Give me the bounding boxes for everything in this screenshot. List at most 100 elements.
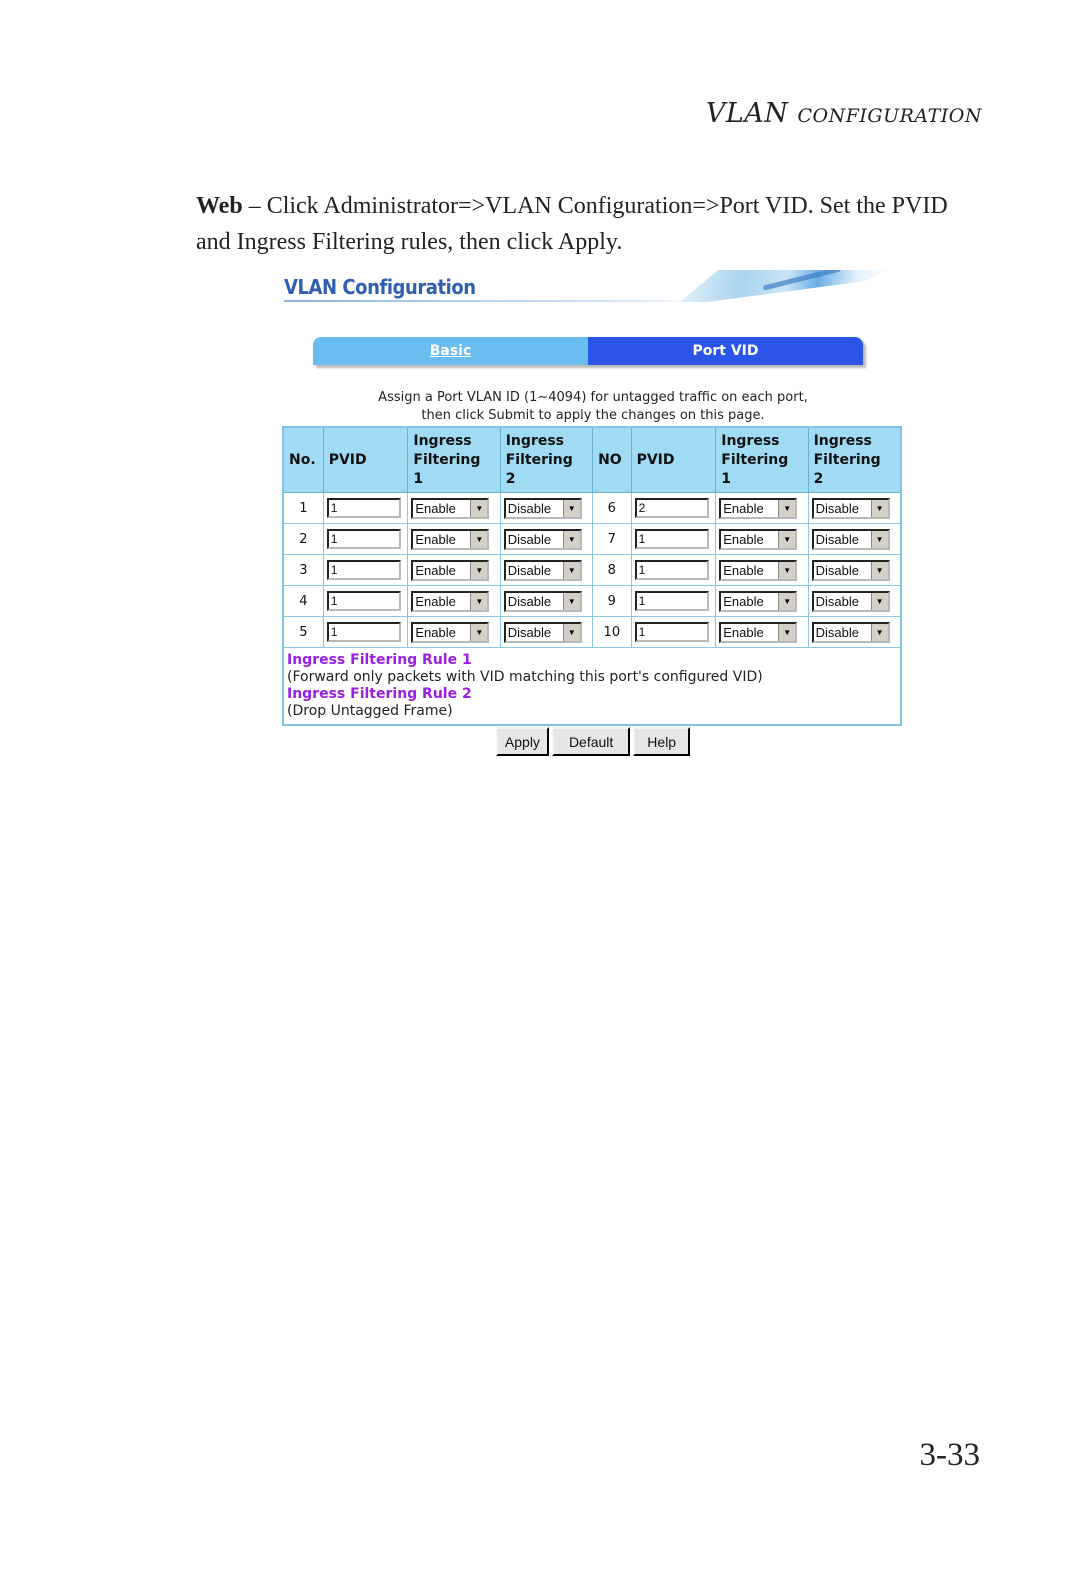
- ingress-filtering-1-cell: Enable ▼: [715, 585, 809, 617]
- triangle-down-icon[interactable]: ▼: [870, 499, 888, 517]
- pvid-input[interactable]: [634, 560, 709, 580]
- pvid-input[interactable]: [326, 498, 401, 518]
- banner-underline: [284, 300, 704, 302]
- ingress-filtering-2-cell: Disable ▼: [807, 585, 902, 617]
- select-value: Disable: [507, 624, 552, 640]
- apply-button[interactable]: Apply: [495, 727, 549, 756]
- triangle-down-icon[interactable]: ▼: [470, 592, 488, 610]
- triangle-down-icon[interactable]: ▼: [870, 623, 888, 641]
- pvid-cell: [630, 585, 717, 617]
- pvid-cell: [322, 616, 409, 648]
- assign-instructions: Assign a Port VLAN ID (1~4094) for untag…: [282, 389, 904, 425]
- select-value: Disable: [507, 562, 552, 578]
- header-no-right: NO: [592, 426, 632, 493]
- ingress-filtering-2-cell: Disable ▼: [499, 616, 594, 648]
- triangle-down-icon[interactable]: ▼: [562, 499, 580, 517]
- ingress-filtering-1-select[interactable]: Enable ▼: [719, 528, 798, 550]
- port-number: 5: [282, 616, 324, 648]
- triangle-down-icon[interactable]: ▼: [562, 592, 580, 610]
- ingress-filtering-2-select[interactable]: Disable ▼: [503, 497, 582, 519]
- header-pvid: PVID: [322, 426, 409, 493]
- ingress-filtering-2-cell: Disable ▼: [807, 616, 902, 648]
- pvid-input[interactable]: [326, 622, 401, 642]
- assign-line-2: then click Submit to apply the changes o…: [421, 408, 765, 423]
- pvid-input[interactable]: [326, 529, 401, 549]
- triangle-down-icon[interactable]: ▼: [870, 561, 888, 579]
- running-head-rest: Configuration: [797, 105, 982, 127]
- ingress-filtering-1-select[interactable]: Enable ▼: [411, 528, 490, 550]
- triangle-down-icon[interactable]: ▼: [778, 561, 796, 579]
- instructions-paragraph: Web – Click Administrator=>VLAN Configur…: [196, 188, 966, 260]
- ingress-filtering-2-select[interactable]: Disable ▼: [503, 528, 582, 550]
- ingress-filtering-1-cell: Enable ▼: [715, 523, 809, 555]
- ingress-filtering-1-select[interactable]: Enable ▼: [411, 590, 490, 612]
- pvid-cell: [630, 492, 717, 524]
- port-vid-table: No. PVID Ingress Filtering 1 Ingress Fil…: [282, 426, 902, 726]
- port-number: 1: [282, 492, 324, 524]
- triangle-down-icon[interactable]: ▼: [562, 623, 580, 641]
- ingress-filtering-1-select[interactable]: Enable ▼: [411, 559, 490, 581]
- select-value: Enable: [415, 500, 456, 516]
- triangle-down-icon[interactable]: ▼: [470, 499, 488, 517]
- port-number: 6: [592, 492, 632, 524]
- select-value: Enable: [723, 593, 764, 609]
- triangle-down-icon[interactable]: ▼: [562, 561, 580, 579]
- ingress-filtering-2-select[interactable]: Disable ▼: [811, 621, 890, 643]
- select-value: Disable: [815, 500, 859, 516]
- ingress-filtering-1-select[interactable]: Enable ▼: [411, 497, 490, 519]
- pvid-input[interactable]: [634, 529, 709, 549]
- ingress-filtering-2-select[interactable]: Disable ▼: [811, 528, 890, 550]
- ingress-filtering-2-select[interactable]: Disable ▼: [811, 497, 890, 519]
- pvid-input[interactable]: [634, 498, 709, 518]
- ingress-filtering-2-select[interactable]: Disable ▼: [811, 559, 890, 581]
- triangle-down-icon[interactable]: ▼: [778, 623, 796, 641]
- ingress-filtering-2-select[interactable]: Disable ▼: [811, 590, 890, 612]
- ingress-filtering-1-select[interactable]: Enable ▼: [719, 621, 798, 643]
- pvid-input[interactable]: [326, 560, 401, 580]
- ingress-filtering-1-select[interactable]: Enable ▼: [411, 621, 490, 643]
- triangle-down-icon[interactable]: ▼: [870, 530, 888, 548]
- ingress-filtering-1-select[interactable]: Enable ▼: [719, 590, 798, 612]
- select-value: Enable: [723, 562, 764, 578]
- ingress-filtering-1-cell: Enable ▼: [407, 523, 501, 555]
- triangle-down-icon[interactable]: ▼: [870, 592, 888, 610]
- tab-port-vid[interactable]: Port VID: [588, 337, 863, 365]
- page-number: 3-33: [919, 1437, 981, 1473]
- pvid-input[interactable]: [326, 591, 401, 611]
- port-number: 9: [592, 585, 632, 617]
- table-row: 2 Enable ▼ Disable ▼ 7 Enable ▼ Disable ▼: [282, 523, 902, 555]
- ingress-filtering-1-select[interactable]: Enable ▼: [719, 559, 798, 581]
- port-number: 10: [592, 616, 632, 648]
- triangle-down-icon[interactable]: ▼: [778, 592, 796, 610]
- triangle-down-icon[interactable]: ▼: [470, 530, 488, 548]
- triangle-down-icon[interactable]: ▼: [470, 561, 488, 579]
- select-value: Enable: [723, 500, 764, 516]
- table-header-row: No. PVID Ingress Filtering 1 Ingress Fil…: [282, 426, 902, 493]
- ingress-filtering-2-cell: Disable ▼: [807, 492, 902, 524]
- tab-basic[interactable]: Basic: [313, 337, 588, 365]
- port-number: 8: [592, 554, 632, 586]
- table-row: 1 Enable ▼ Disable ▼ 6 Enable ▼ Disable ▼: [282, 492, 902, 524]
- header-ingress-filtering-1: Ingress Filtering 1: [407, 426, 501, 493]
- triangle-down-icon[interactable]: ▼: [562, 530, 580, 548]
- triangle-down-icon[interactable]: ▼: [778, 499, 796, 517]
- ingress-filtering-2-select[interactable]: Disable ▼: [503, 590, 582, 612]
- select-value: Enable: [415, 562, 456, 578]
- assign-line-1: Assign a Port VLAN ID (1~4094) for untag…: [378, 390, 808, 405]
- button-bar: Apply Default Help: [282, 727, 904, 756]
- ingress-filtering-2-cell: Disable ▼: [499, 523, 594, 555]
- triangle-down-icon[interactable]: ▼: [470, 623, 488, 641]
- help-button[interactable]: Help: [633, 727, 691, 756]
- pvid-input[interactable]: [634, 622, 709, 642]
- rule-2-desc: (Drop Untagged Frame): [287, 703, 453, 719]
- table-row: 5 Enable ▼ Disable ▼ 10 Enable ▼ Disable ▼: [282, 616, 902, 648]
- vlan-config-screenshot: VLAN Configuration Basic Port VID Assign…: [282, 270, 904, 756]
- ingress-filtering-1-select[interactable]: Enable ▼: [719, 497, 798, 519]
- pvid-input[interactable]: [634, 591, 709, 611]
- ingress-filtering-2-select[interactable]: Disable ▼: [503, 621, 582, 643]
- rules-row: Ingress Filtering Rule 1 (Forward only p…: [282, 647, 902, 726]
- default-button[interactable]: Default: [551, 727, 631, 756]
- ingress-filtering-2-select[interactable]: Disable ▼: [503, 559, 582, 581]
- rule-1-title: Ingress Filtering Rule 1: [287, 652, 472, 668]
- triangle-down-icon[interactable]: ▼: [778, 530, 796, 548]
